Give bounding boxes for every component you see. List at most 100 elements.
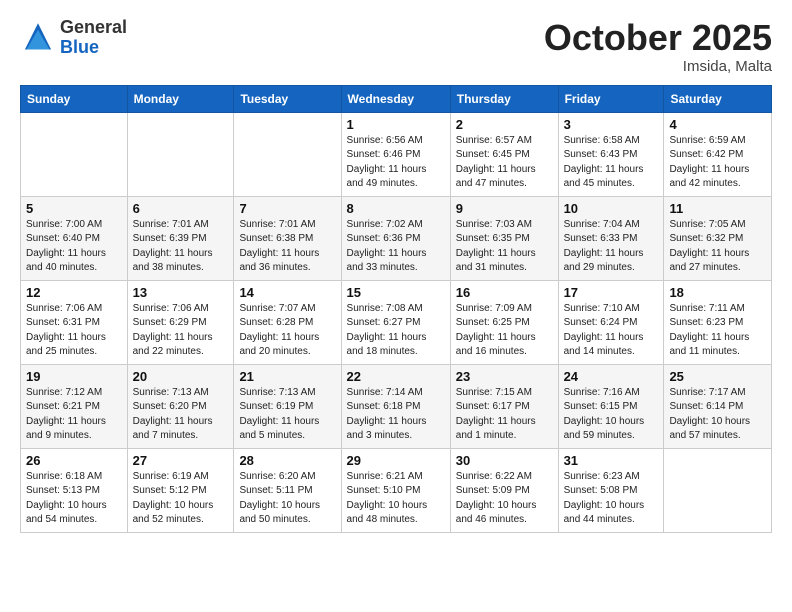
day-info: Sunrise: 7:07 AM Sunset: 6:28 PM Dayligh…	[239, 302, 335, 360]
day-info: Sunrise: 6:18 AM Sunset: 5:13 PM Dayligh…	[26, 470, 122, 528]
day-number: 27	[133, 453, 229, 468]
logo-icon	[20, 20, 56, 56]
calendar-cell: 24Sunrise: 7:16 AM Sunset: 6:15 PM Dayli…	[558, 364, 664, 448]
page: General Blue October 2025 Imsida, Malta …	[0, 0, 792, 551]
calendar-cell	[664, 448, 772, 532]
col-header-saturday: Saturday	[664, 85, 772, 112]
day-number: 4	[669, 117, 766, 132]
logo-text: General Blue	[60, 18, 127, 58]
header: General Blue October 2025 Imsida, Malta	[20, 18, 772, 75]
col-header-friday: Friday	[558, 85, 664, 112]
day-info: Sunrise: 6:56 AM Sunset: 6:46 PM Dayligh…	[347, 134, 445, 192]
calendar-cell: 6 Sunrise: 7:01 AM Sunset: 6:39 PM Daylig…	[127, 196, 234, 280]
col-header-wednesday: Wednesday	[341, 85, 450, 112]
calendar-cell: 20 Sunrise: 7:13 AM Sunset: 6:20 PM Dayli…	[127, 364, 234, 448]
day-info: Sunrise: 7:04 AM Sunset: 6:33 PM Dayligh…	[564, 218, 659, 276]
day-number: 15	[347, 285, 445, 300]
day-number: 18	[669, 285, 766, 300]
day-number: 23	[456, 369, 553, 384]
day-number: 28	[239, 453, 335, 468]
day-info: Sunrise: 7:06 AM Sunset: 6:29 PM Dayligh…	[133, 302, 229, 360]
day-number: 16	[456, 285, 553, 300]
day-number: 25	[669, 369, 766, 384]
calendar-cell: 27 Sunrise: 6:19 AM Sunset: 5:12 PM Dayli…	[127, 448, 234, 532]
day-info: Sunrise: 6:19 AM Sunset: 5:12 PM Dayligh…	[133, 470, 229, 528]
day-info: Sunrise: 7:13 AM Sunset: 6:20 PM Dayligh…	[133, 386, 229, 444]
calendar-cell: 29 Sunrise: 6:21 AM Sunset: 5:10 PM Dayli…	[341, 448, 450, 532]
day-info: Sunrise: 6:20 AM Sunset: 5:11 PM Dayligh…	[239, 470, 335, 528]
day-number: 19	[26, 369, 122, 384]
day-info: Sunrise: 7:11 AM Sunset: 6:23 PM Dayligh…	[669, 302, 766, 360]
day-info: Sunrise: 7:02 AM Sunset: 6:36 PM Dayligh…	[347, 218, 445, 276]
calendar-cell: 25 Sunrise: 7:17 AM Sunset: 6:14 PM Dayli…	[664, 364, 772, 448]
day-number: 22	[347, 369, 445, 384]
week-row-1: 1 Sunrise: 6:56 AM Sunset: 6:46 PM Daylig…	[21, 112, 772, 196]
calendar-cell: 4 Sunrise: 6:59 AM Sunset: 6:42 PM Daylig…	[664, 112, 772, 196]
calendar-cell	[21, 112, 128, 196]
day-number: 2	[456, 117, 553, 132]
day-info: Sunrise: 7:13 AM Sunset: 6:19 PM Dayligh…	[239, 386, 335, 444]
logo-general: General	[60, 17, 127, 37]
day-info: Sunrise: 7:12 AM Sunset: 6:21 PM Dayligh…	[26, 386, 122, 444]
calendar-cell: 16Sunrise: 7:09 AM Sunset: 6:25 PM Dayli…	[450, 280, 558, 364]
calendar-cell: 17 Sunrise: 7:10 AM Sunset: 6:24 PM Dayli…	[558, 280, 664, 364]
calendar-cell: 2 Sunrise: 6:57 AM Sunset: 6:45 PM Daylig…	[450, 112, 558, 196]
day-number: 26	[26, 453, 122, 468]
week-row-5: 26 Sunrise: 6:18 AM Sunset: 5:13 PM Dayli…	[21, 448, 772, 532]
week-row-3: 12 Sunrise: 7:06 AM Sunset: 6:31 PM Dayli…	[21, 280, 772, 364]
day-info: Sunrise: 6:23 AM Sunset: 5:08 PM Dayligh…	[564, 470, 659, 528]
calendar-cell: 10Sunrise: 7:04 AM Sunset: 6:33 PM Dayli…	[558, 196, 664, 280]
calendar-cell: 1 Sunrise: 6:56 AM Sunset: 6:46 PM Daylig…	[341, 112, 450, 196]
calendar-header-row: SundayMondayTuesdayWednesdayThursdayFrid…	[21, 85, 772, 112]
month-title: October 2025	[544, 18, 772, 58]
week-row-4: 19 Sunrise: 7:12 AM Sunset: 6:21 PM Dayli…	[21, 364, 772, 448]
col-header-tuesday: Tuesday	[234, 85, 341, 112]
day-info: Sunrise: 7:08 AM Sunset: 6:27 PM Dayligh…	[347, 302, 445, 360]
day-number: 7	[239, 201, 335, 216]
day-number: 8	[347, 201, 445, 216]
calendar-cell: 23 Sunrise: 7:15 AM Sunset: 6:17 PM Dayli…	[450, 364, 558, 448]
day-info: Sunrise: 6:59 AM Sunset: 6:42 PM Dayligh…	[669, 134, 766, 192]
calendar-cell: 30Sunrise: 6:22 AM Sunset: 5:09 PM Dayli…	[450, 448, 558, 532]
day-number: 12	[26, 285, 122, 300]
day-info: Sunrise: 7:17 AM Sunset: 6:14 PM Dayligh…	[669, 386, 766, 444]
day-number: 29	[347, 453, 445, 468]
calendar-cell: 15 Sunrise: 7:08 AM Sunset: 6:27 PM Dayli…	[341, 280, 450, 364]
day-number: 21	[239, 369, 335, 384]
calendar-cell: 5 Sunrise: 7:00 AM Sunset: 6:40 PM Daylig…	[21, 196, 128, 280]
day-info: Sunrise: 6:22 AM Sunset: 5:09 PM Dayligh…	[456, 470, 553, 528]
day-info: Sunrise: 7:00 AM Sunset: 6:40 PM Dayligh…	[26, 218, 122, 276]
calendar: SundayMondayTuesdayWednesdayThursdayFrid…	[20, 85, 772, 533]
logo: General Blue	[20, 18, 127, 58]
title-block: October 2025 Imsida, Malta	[544, 18, 772, 75]
calendar-cell: 31 Sunrise: 6:23 AM Sunset: 5:08 PM Dayli…	[558, 448, 664, 532]
day-info: Sunrise: 7:01 AM Sunset: 6:38 PM Dayligh…	[239, 218, 335, 276]
day-number: 5	[26, 201, 122, 216]
day-number: 17	[564, 285, 659, 300]
day-number: 31	[564, 453, 659, 468]
day-info: Sunrise: 7:15 AM Sunset: 6:17 PM Dayligh…	[456, 386, 553, 444]
calendar-cell: 12 Sunrise: 7:06 AM Sunset: 6:31 PM Dayli…	[21, 280, 128, 364]
day-info: Sunrise: 7:01 AM Sunset: 6:39 PM Dayligh…	[133, 218, 229, 276]
day-info: Sunrise: 6:58 AM Sunset: 6:43 PM Dayligh…	[564, 134, 659, 192]
calendar-cell: 26 Sunrise: 6:18 AM Sunset: 5:13 PM Dayli…	[21, 448, 128, 532]
calendar-cell: 8 Sunrise: 7:02 AM Sunset: 6:36 PM Daylig…	[341, 196, 450, 280]
day-info: Sunrise: 6:21 AM Sunset: 5:10 PM Dayligh…	[347, 470, 445, 528]
day-info: Sunrise: 7:06 AM Sunset: 6:31 PM Dayligh…	[26, 302, 122, 360]
day-number: 13	[133, 285, 229, 300]
calendar-cell: 13 Sunrise: 7:06 AM Sunset: 6:29 PM Dayli…	[127, 280, 234, 364]
calendar-cell: 14Sunrise: 7:07 AM Sunset: 6:28 PM Dayli…	[234, 280, 341, 364]
calendar-cell: 21 Sunrise: 7:13 AM Sunset: 6:19 PM Dayli…	[234, 364, 341, 448]
day-info: Sunrise: 6:57 AM Sunset: 6:45 PM Dayligh…	[456, 134, 553, 192]
col-header-thursday: Thursday	[450, 85, 558, 112]
calendar-cell: 11Sunrise: 7:05 AM Sunset: 6:32 PM Dayli…	[664, 196, 772, 280]
week-row-2: 5 Sunrise: 7:00 AM Sunset: 6:40 PM Daylig…	[21, 196, 772, 280]
calendar-cell	[234, 112, 341, 196]
day-number: 6	[133, 201, 229, 216]
logo-blue: Blue	[60, 37, 99, 57]
day-number: 20	[133, 369, 229, 384]
day-number: 1	[347, 117, 445, 132]
calendar-cell: 7 Sunrise: 7:01 AM Sunset: 6:38 PM Daylig…	[234, 196, 341, 280]
col-header-monday: Monday	[127, 85, 234, 112]
day-info: Sunrise: 7:10 AM Sunset: 6:24 PM Dayligh…	[564, 302, 659, 360]
